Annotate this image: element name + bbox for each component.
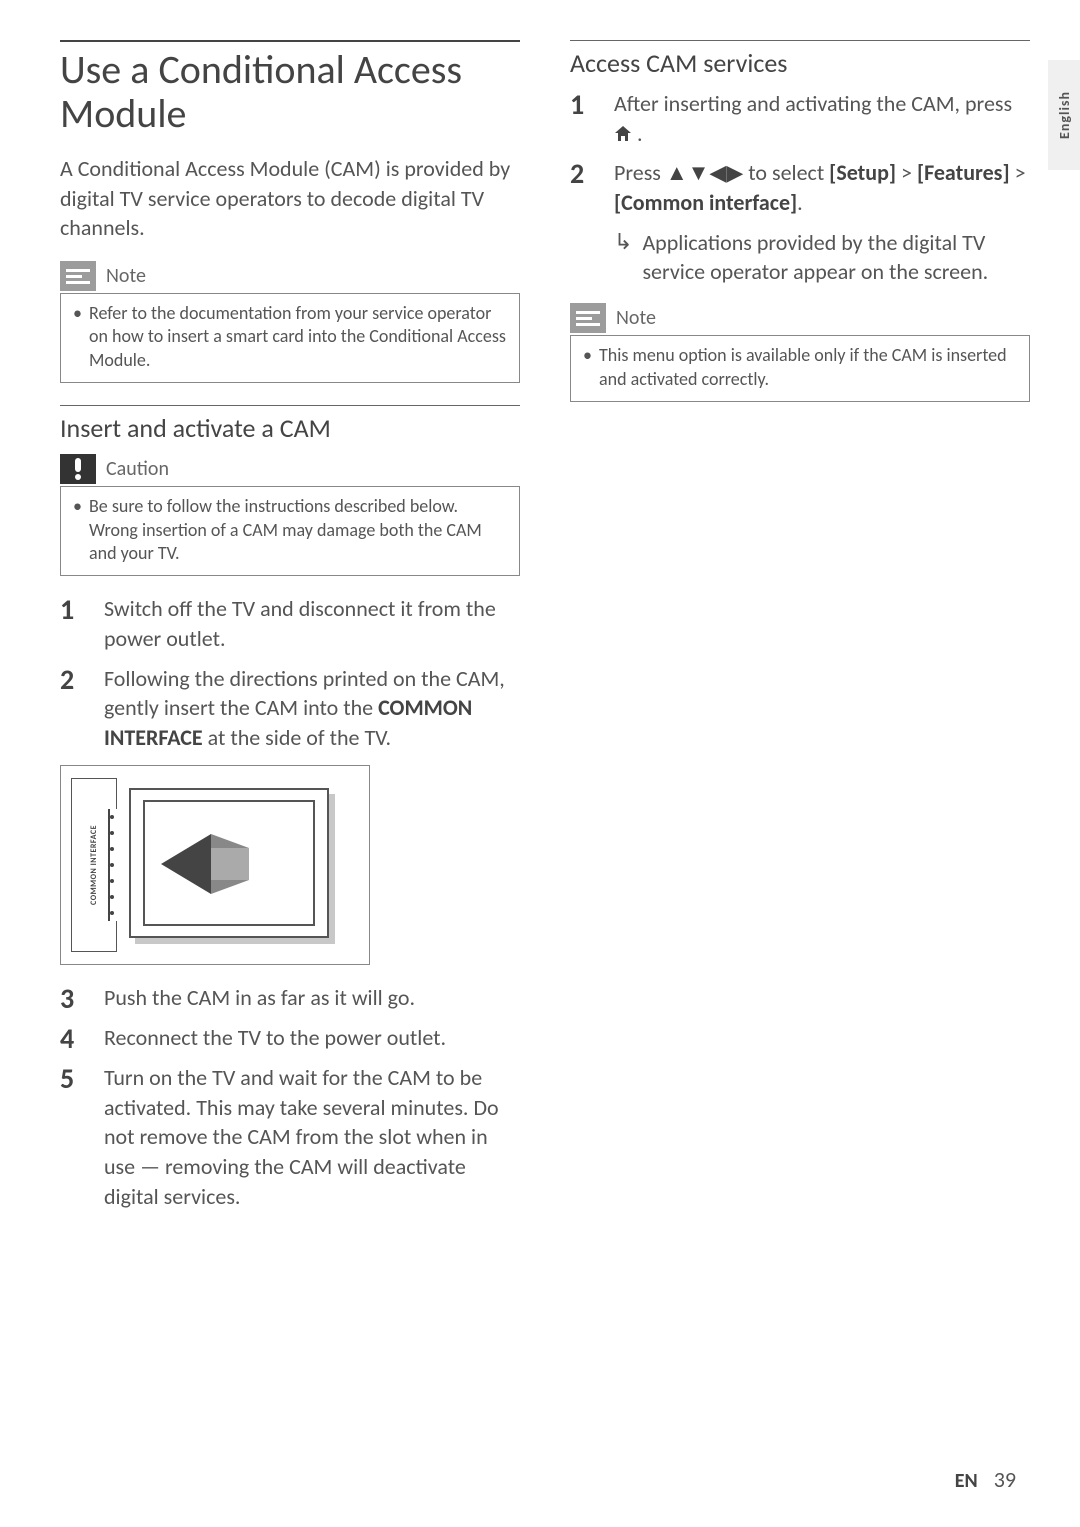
caution-callout: Caution Be sure to follow the instructio…: [60, 454, 520, 576]
note-icon: [570, 303, 606, 333]
right-column: Access CAM services 1 After inserting an…: [570, 40, 1030, 1221]
step-text: Press ▲▼◀▶ to select [Setup] > [Features…: [614, 158, 1030, 217]
step-result: ↳ Applications provided by the digital T…: [570, 228, 1030, 287]
step-text: After inserting and activating the CAM, …: [614, 89, 1030, 148]
step-number: 4: [60, 1023, 84, 1053]
subsection-title: Insert and activate a CAM: [60, 412, 520, 444]
section-rule: [60, 40, 520, 42]
insert-steps-cont: 3 Push the CAM in as far as it will go. …: [60, 983, 520, 1211]
step-text: Reconnect the TV to the power outlet.: [104, 1023, 520, 1053]
result-arrow-icon: ↳: [614, 228, 632, 287]
page-footer: EN 39: [955, 1466, 1016, 1493]
subsection-rule: [570, 40, 1030, 41]
left-column: Use a Conditional Access Module A Condit…: [60, 40, 520, 1221]
note-head: Note: [570, 303, 1030, 333]
note-body: Refer to the documentation from your ser…: [60, 293, 520, 383]
step-4: 4 Reconnect the TV to the power outlet.: [60, 1023, 520, 1053]
result-text: Applications provided by the digital TV …: [642, 228, 1030, 287]
step-number: 1: [60, 594, 84, 653]
step-text: Turn on the TV and wait for the CAM to b…: [104, 1063, 520, 1211]
note-head: Note: [60, 261, 520, 291]
nav-arrows-icon: ▲▼◀▶: [666, 159, 743, 186]
caution-body: Be sure to follow the instructions descr…: [60, 486, 520, 576]
insert-steps: 1 Switch off the TV and disconnect it fr…: [60, 594, 520, 752]
subsection-rule: [60, 405, 520, 406]
note-label: Note: [106, 264, 146, 288]
step-number: 2: [60, 664, 84, 753]
note-callout: Note This menu option is available only …: [570, 303, 1030, 402]
step-2: 2 Press ▲▼◀▶ to select [Setup] > [Featur…: [570, 158, 1030, 217]
note-text: Refer to the documentation from your ser…: [73, 302, 507, 372]
content-columns: Use a Conditional Access Module A Condit…: [60, 40, 1030, 1221]
step-text: Following the directions printed on the …: [104, 664, 520, 753]
step-number: 1: [570, 89, 594, 148]
step-text: Switch off the TV and disconnect it from…: [104, 594, 520, 653]
caution-head: Caution: [60, 454, 520, 484]
home-icon: [614, 120, 637, 147]
step-5: 5 Turn on the TV and wait for the CAM to…: [60, 1063, 520, 1211]
figure-slot: COMMON INTERFACE: [71, 778, 117, 952]
figure-arrow-icon: [161, 834, 251, 894]
caution-icon: [60, 454, 96, 484]
note-label: Note: [616, 306, 656, 330]
language-tab: English: [1048, 60, 1080, 170]
subsection-title: Access CAM services: [570, 47, 1030, 79]
access-steps: 1 After inserting and activating the CAM…: [570, 89, 1030, 218]
footer-page: 39: [994, 1466, 1016, 1493]
caution-text: Be sure to follow the instructions descr…: [73, 495, 507, 565]
caution-label: Caution: [106, 457, 169, 481]
intro-paragraph: A Conditional Access Module (CAM) is pro…: [60, 154, 520, 243]
note-text: This menu option is available only if th…: [583, 344, 1017, 391]
note-callout: Note Refer to the documentation from you…: [60, 261, 520, 383]
step-2: 2 Following the directions printed on th…: [60, 664, 520, 753]
step-3: 3 Push the CAM in as far as it will go.: [60, 983, 520, 1013]
figure-slot-label: COMMON INTERFACE: [89, 825, 99, 905]
step-1: 1 After inserting and activating the CAM…: [570, 89, 1030, 148]
step-1: 1 Switch off the TV and disconnect it fr…: [60, 594, 520, 653]
language-tab-label: English: [1056, 91, 1073, 139]
footer-lang: EN: [955, 1469, 978, 1493]
cam-insert-figure: COMMON INTERFACE: [60, 765, 370, 965]
step-text: Push the CAM in as far as it will go.: [104, 983, 520, 1013]
section-title: Use a Conditional Access Module: [60, 48, 520, 136]
step-number: 5: [60, 1063, 84, 1211]
note-body: This menu option is available only if th…: [570, 335, 1030, 402]
step-number: 2: [570, 158, 594, 217]
step-number: 3: [60, 983, 84, 1013]
note-icon: [60, 261, 96, 291]
